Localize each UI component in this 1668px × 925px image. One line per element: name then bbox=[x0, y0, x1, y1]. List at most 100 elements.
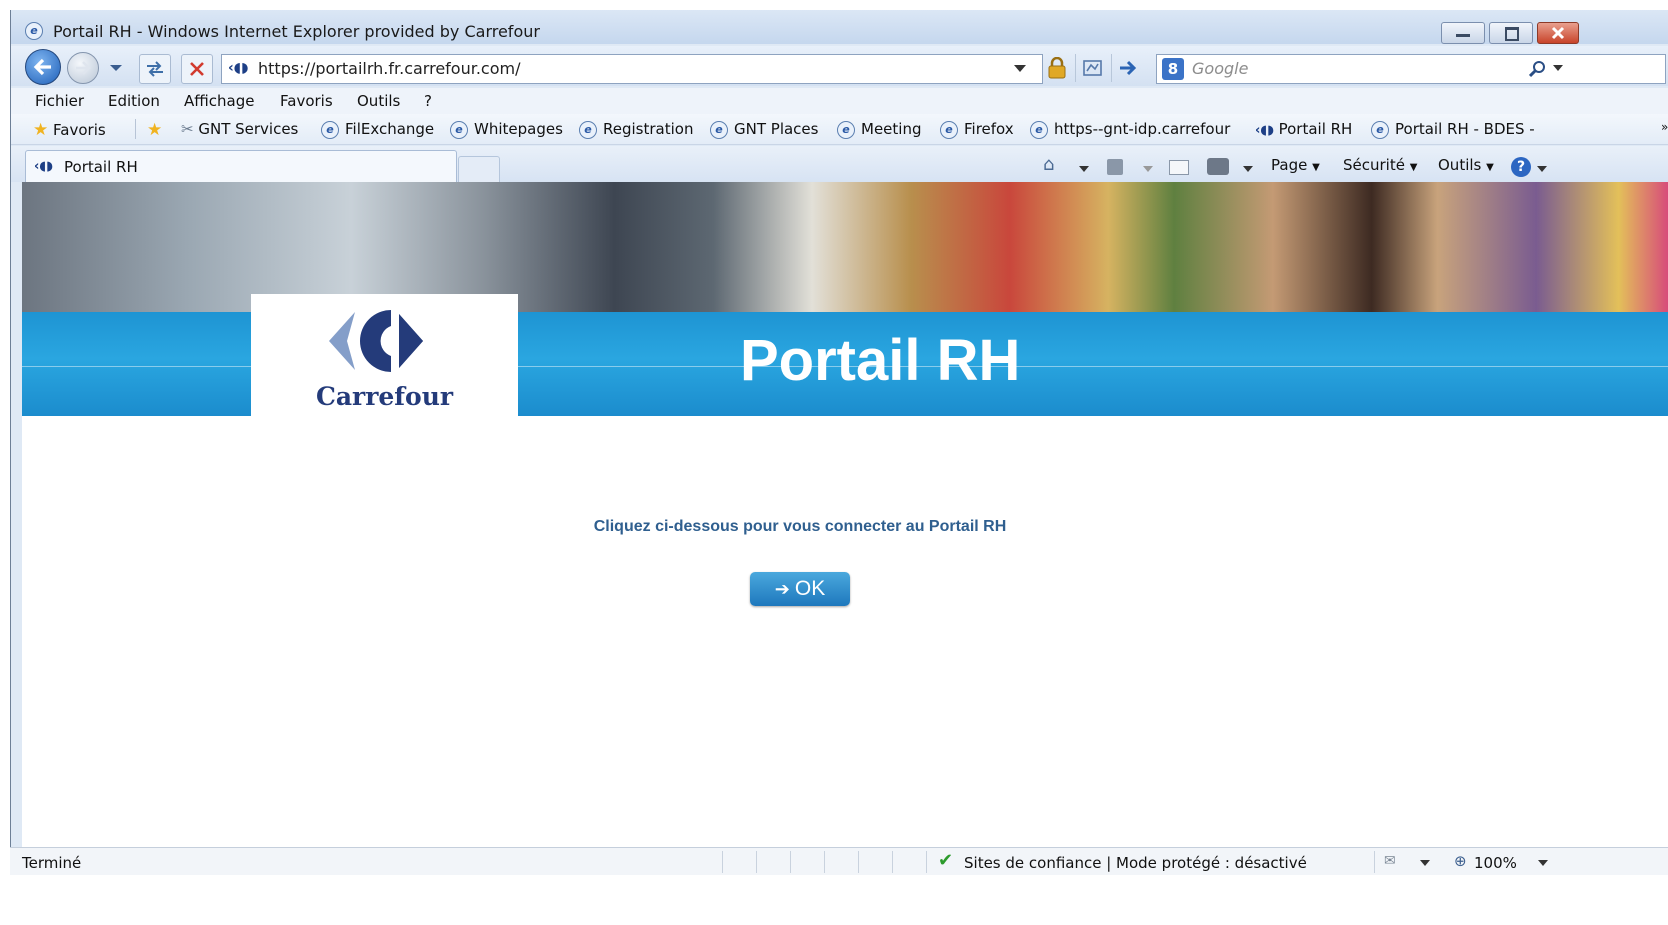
fav-portail-rh-bdes[interactable]: e Portail RH - BDES - bbox=[1371, 120, 1535, 139]
fav-label: Firefox bbox=[964, 120, 1014, 138]
fav-label: Portail RH - BDES - bbox=[1395, 120, 1535, 138]
carrefour-logo-icon bbox=[329, 310, 423, 372]
feeds-dropdown-icon[interactable] bbox=[1143, 166, 1153, 173]
stop-icon bbox=[190, 62, 204, 76]
back-button[interactable] bbox=[25, 49, 61, 85]
print-dropdown-icon[interactable] bbox=[1243, 166, 1253, 173]
tools-menu[interactable]: Outils ▼ bbox=[1438, 156, 1494, 174]
status-separator bbox=[790, 851, 791, 873]
lock-icon[interactable] bbox=[1041, 54, 1071, 82]
address-bar[interactable]: ‹◖◗ https://portailrh.fr.carrefour.com/ bbox=[221, 54, 1043, 84]
ie-icon: e bbox=[940, 120, 958, 139]
ok-button[interactable]: ➔ OK bbox=[750, 572, 850, 606]
forward-arrow-icon bbox=[76, 61, 91, 75]
minimize-button[interactable] bbox=[1441, 22, 1485, 44]
favorites-label: Favoris bbox=[53, 121, 106, 139]
menu-bar: Fichier Edition Affichage Favoris Outils… bbox=[11, 88, 1668, 114]
home-icon[interactable]: ⌂ bbox=[1043, 154, 1054, 175]
refresh-button[interactable] bbox=[139, 54, 171, 84]
ie-icon: e bbox=[450, 120, 468, 139]
print-icon[interactable] bbox=[1207, 158, 1229, 175]
menu-favoris[interactable]: Favoris bbox=[280, 92, 333, 110]
search-box[interactable]: 8 Google bbox=[1156, 54, 1666, 84]
fav-firefox[interactable]: e Firefox bbox=[940, 120, 1014, 139]
help-icon[interactable]: ? bbox=[1511, 157, 1531, 177]
security-zone[interactable]: Sites de confiance | Mode protégé : désa… bbox=[964, 854, 1307, 872]
favorites-button[interactable]: ★ Favoris bbox=[33, 120, 106, 140]
address-dropdown-icon[interactable] bbox=[1014, 65, 1026, 73]
tools-icon: ✂ bbox=[181, 120, 199, 138]
fav-registration[interactable]: e Registration bbox=[579, 120, 693, 139]
compatibility-icon bbox=[1083, 60, 1102, 76]
ie-icon: e bbox=[710, 120, 728, 139]
status-text: Terminé bbox=[22, 854, 82, 872]
page-content: Carrefour Portail RH Cliquez ci-dessous … bbox=[22, 182, 1668, 847]
search-icon[interactable] bbox=[1529, 60, 1547, 78]
favorites-divider bbox=[135, 119, 136, 139]
fav-gnt-idp[interactable]: e https--gnt-idp.carrefour bbox=[1030, 120, 1230, 139]
status-separator bbox=[858, 851, 859, 873]
fav-gnt-services[interactable]: ✂ GNT Services bbox=[181, 120, 298, 138]
feeds-icon[interactable] bbox=[1107, 159, 1123, 175]
fav-label: https--gnt-idp.carrefour bbox=[1054, 120, 1231, 138]
carrefour-wordmark: Carrefour bbox=[315, 382, 454, 411]
zoom-level[interactable]: 100% bbox=[1474, 854, 1517, 872]
menu-edition[interactable]: Edition bbox=[108, 92, 160, 110]
fav-gnt-places[interactable]: e GNT Places bbox=[710, 120, 818, 139]
google-search-provider-icon: 8 bbox=[1162, 58, 1184, 80]
status-separator bbox=[926, 851, 927, 873]
menu-help[interactable]: ? bbox=[424, 92, 432, 110]
new-tab-button[interactable] bbox=[458, 156, 500, 183]
ok-button-label: OK bbox=[794, 577, 826, 600]
status-separator bbox=[892, 851, 893, 873]
ie-icon: e bbox=[579, 120, 597, 139]
fav-label: Meeting bbox=[861, 120, 922, 138]
zoom-icon[interactable]: ⊕ bbox=[1454, 852, 1467, 870]
tab-portail-rh[interactable]: ‹◖◗ Portail RH bbox=[25, 150, 457, 183]
go-button[interactable] bbox=[1111, 54, 1144, 82]
security-menu[interactable]: Sécurité ▼ bbox=[1343, 156, 1417, 174]
chevron-down-icon: ▼ bbox=[1312, 162, 1320, 173]
popup-dropdown-icon[interactable] bbox=[1420, 860, 1430, 867]
go-arrow-icon bbox=[1120, 60, 1137, 76]
fav-filexchange[interactable]: e FilExchange bbox=[321, 120, 434, 139]
security-menu-label: Sécurité bbox=[1343, 156, 1405, 174]
history-dropdown-icon[interactable] bbox=[109, 64, 123, 72]
ie-icon: e bbox=[1030, 120, 1048, 139]
forward-button[interactable] bbox=[67, 52, 99, 84]
favorites-bar: ★ Favoris ★ ✂ GNT Services e FilExchange … bbox=[11, 114, 1668, 145]
menu-affichage[interactable]: Affichage bbox=[184, 92, 254, 110]
fav-portail-rh[interactable]: ‹◖◗ Portail RH bbox=[1255, 120, 1352, 138]
fav-label: GNT Places bbox=[734, 120, 819, 138]
check-icon: ✔ bbox=[938, 850, 954, 871]
address-url[interactable]: https://portailrh.fr.carrefour.com/ bbox=[258, 59, 520, 78]
menu-fichier[interactable]: Fichier bbox=[35, 92, 84, 110]
compatibility-view-button[interactable] bbox=[1075, 54, 1108, 82]
home-dropdown-icon[interactable] bbox=[1079, 166, 1089, 173]
search-placeholder[interactable]: Google bbox=[1192, 59, 1248, 78]
fav-meeting[interactable]: e Meeting bbox=[837, 120, 921, 139]
menu-outils[interactable]: Outils bbox=[357, 92, 400, 110]
fav-label: GNT Services bbox=[198, 120, 299, 138]
arrow-right-icon: ➔ bbox=[774, 579, 795, 599]
help-dropdown-icon[interactable] bbox=[1537, 166, 1547, 173]
fav-whitepages[interactable]: e Whitepages bbox=[450, 120, 563, 139]
status-separator bbox=[824, 851, 825, 873]
navigation-bar: ‹◖◗ https://portailrh.fr.carrefour.com/ … bbox=[11, 46, 1668, 86]
zoom-dropdown-icon[interactable] bbox=[1538, 860, 1548, 867]
search-dropdown-icon[interactable] bbox=[1553, 65, 1563, 72]
add-to-favorites-bar-icon[interactable]: ★ bbox=[147, 120, 162, 140]
popup-blocker-icon[interactable]: ✉ bbox=[1384, 853, 1396, 869]
refresh-icon bbox=[147, 61, 163, 77]
page-menu[interactable]: Page ▼ bbox=[1271, 156, 1320, 174]
tab-label: Portail RH bbox=[64, 158, 138, 176]
restore-button[interactable] bbox=[1489, 22, 1533, 44]
minimize-icon bbox=[1456, 34, 1470, 37]
more-favorites-chevron-icon[interactable]: » bbox=[1661, 120, 1668, 134]
stop-button[interactable] bbox=[181, 54, 213, 84]
page-menu-label: Page bbox=[1271, 156, 1308, 174]
mail-icon[interactable] bbox=[1169, 160, 1189, 175]
close-button[interactable] bbox=[1537, 22, 1579, 44]
fav-label: Registration bbox=[603, 120, 694, 138]
ie-icon: e bbox=[321, 120, 339, 139]
